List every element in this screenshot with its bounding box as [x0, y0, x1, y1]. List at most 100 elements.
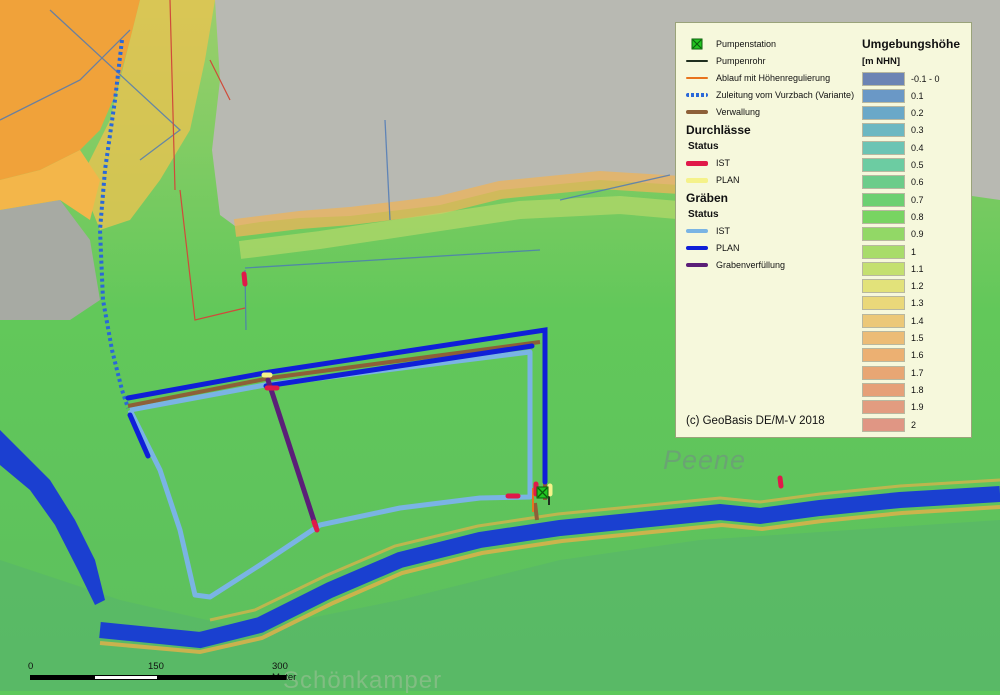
legend-status-ditches: Status: [688, 209, 719, 220]
elevation-class-label: 0.9: [911, 229, 924, 240]
elevation-class-label: 1.8: [911, 384, 924, 395]
elevation-class-label: -0.1 - 0: [911, 73, 940, 84]
elevation-class: 0.2: [862, 105, 924, 122]
elevation-class-label: 1.6: [911, 350, 924, 361]
legend-item-ditch-plan: PLAN: [684, 241, 740, 255]
line-swatch: [686, 93, 708, 97]
legend-label: IST: [716, 158, 731, 168]
elevation-swatch: [862, 71, 905, 86]
elevation-class: 1.2: [862, 278, 924, 295]
elevation-class-label: 1.7: [911, 367, 924, 378]
scale-segment: [30, 675, 94, 680]
elevation-class: 0.5: [862, 157, 924, 174]
elevation-class-label: 0.6: [911, 177, 924, 188]
legend-status-culverts: Status: [688, 141, 719, 152]
elevation-class: 0.3: [862, 122, 924, 139]
line-swatch: [686, 263, 708, 267]
elevation-class: 1: [862, 243, 916, 260]
elevation-swatch: [862, 106, 905, 121]
line-swatch: [686, 178, 708, 183]
elevation-class: 1.1: [862, 260, 924, 277]
legend-label: IST: [716, 226, 731, 236]
elevation-class-label: 0.3: [911, 125, 924, 136]
legend-label: PLAN: [716, 243, 740, 253]
legend-label: Ablauf mit Höhenregulierung: [716, 73, 831, 83]
elevation-class: 1.6: [862, 347, 924, 364]
elevation-class-label: 1.2: [911, 281, 924, 292]
elevation-class-label: 1.5: [911, 333, 924, 343]
elevation-class: 0.8: [862, 208, 924, 225]
elevation-swatch: [862, 209, 905, 224]
legend-item-culvert-plan: PLAN: [684, 173, 740, 187]
legend-item-pump-station: Pumpenstation: [684, 37, 776, 51]
elevation-swatch: [862, 158, 905, 172]
legend-heading-culverts: Durchlässe: [686, 123, 751, 137]
elevation-swatch: [862, 123, 905, 138]
elevation-legend-unit: [m NHN]: [862, 56, 900, 67]
legend-label: Zuleitung vom Vurzbach (Variante): [716, 90, 855, 100]
elevation-class: 1.3: [862, 295, 924, 312]
elevation-swatch: [862, 365, 905, 380]
elevation-class-label: 1.3: [911, 298, 924, 309]
elevation-swatch: [862, 400, 905, 415]
elevation-class: 1.8: [862, 381, 924, 398]
elevation-class: -0.1 - 0: [862, 70, 940, 87]
elevation-class-label: 0.1: [911, 90, 924, 101]
elevation-class: 0.6: [862, 174, 924, 191]
elevation-swatch: [862, 88, 905, 103]
elevation-swatch: [862, 296, 905, 311]
elevation-class: 1.9: [862, 399, 924, 416]
elevation-class-label: 1.1: [911, 263, 924, 274]
elevation-class-label: 2: [911, 419, 917, 430]
elevation-swatch: [862, 175, 905, 190]
legend-item-pump-pipe: Pumpenrohr: [684, 54, 766, 68]
legend-label: Verwallung: [716, 107, 761, 117]
elevation-swatch: [862, 313, 905, 328]
elevation-swatch: [862, 261, 905, 276]
copyright-text: (c) GeoBasis DE/M-V 2018: [686, 415, 825, 427]
line-swatch: [686, 161, 708, 166]
legend-item-levee: Verwallung: [684, 105, 760, 119]
legend-item-ditch-fill: Grabenverfüllung: [684, 258, 785, 272]
legend-heading-ditches: Gräben: [686, 191, 729, 205]
elevation-swatch: [862, 279, 905, 294]
legend-label: PLAN: [716, 175, 740, 185]
legend-item-culvert-ist: IST: [684, 156, 730, 170]
elevation-class-label: 1: [911, 246, 917, 257]
legend-label: Pumpenstation: [716, 39, 777, 49]
elevation-swatch: [862, 382, 905, 397]
elevation-class-label: 0.5: [911, 160, 924, 170]
elevation-class: 1.5: [862, 330, 924, 347]
elevation-swatch: [862, 417, 905, 432]
line-swatch: [686, 246, 708, 250]
elevation-class-label: 1.4: [911, 315, 924, 326]
elevation-class: 1.4: [862, 312, 924, 329]
line-swatch: [686, 60, 708, 62]
scale-label-0: 0: [28, 661, 34, 672]
elevation-swatch: [862, 348, 905, 363]
elevation-class: 0.7: [862, 191, 924, 208]
scale-segment: [94, 675, 158, 680]
elevation-class: 2: [862, 416, 916, 433]
legend-item-outflow: Ablauf mit Höhenregulierung: [684, 71, 830, 85]
elevation-class-label: 1.9: [911, 402, 924, 413]
line-swatch: [686, 110, 708, 114]
legend-label: Grabenverfüllung: [716, 260, 786, 270]
elevation-swatch: [862, 140, 905, 155]
river-label: Peene: [663, 445, 747, 475]
elevation-class-label: 0.2: [911, 108, 924, 119]
scale-segment: [158, 675, 286, 680]
elevation-legend-title: Umgebungshöhe: [862, 37, 960, 51]
legend-item-ditch-ist: IST: [684, 224, 730, 238]
elevation-class: 0.4: [862, 139, 924, 156]
elevation-class: 0.1: [862, 87, 924, 104]
line-swatch: [686, 77, 708, 79]
elevation-class-label: 0.8: [911, 211, 924, 222]
elevation-class-label: 0.7: [911, 194, 924, 205]
elevation-class: 1.7: [862, 364, 924, 381]
elevation-class-label: 0.4: [911, 142, 924, 153]
line-swatch: [686, 229, 708, 233]
legend-item-feeder: Zuleitung vom Vurzbach (Variante): [684, 88, 854, 102]
elevation-swatch: [862, 227, 905, 242]
scale-label-150: 150: [148, 661, 164, 672]
